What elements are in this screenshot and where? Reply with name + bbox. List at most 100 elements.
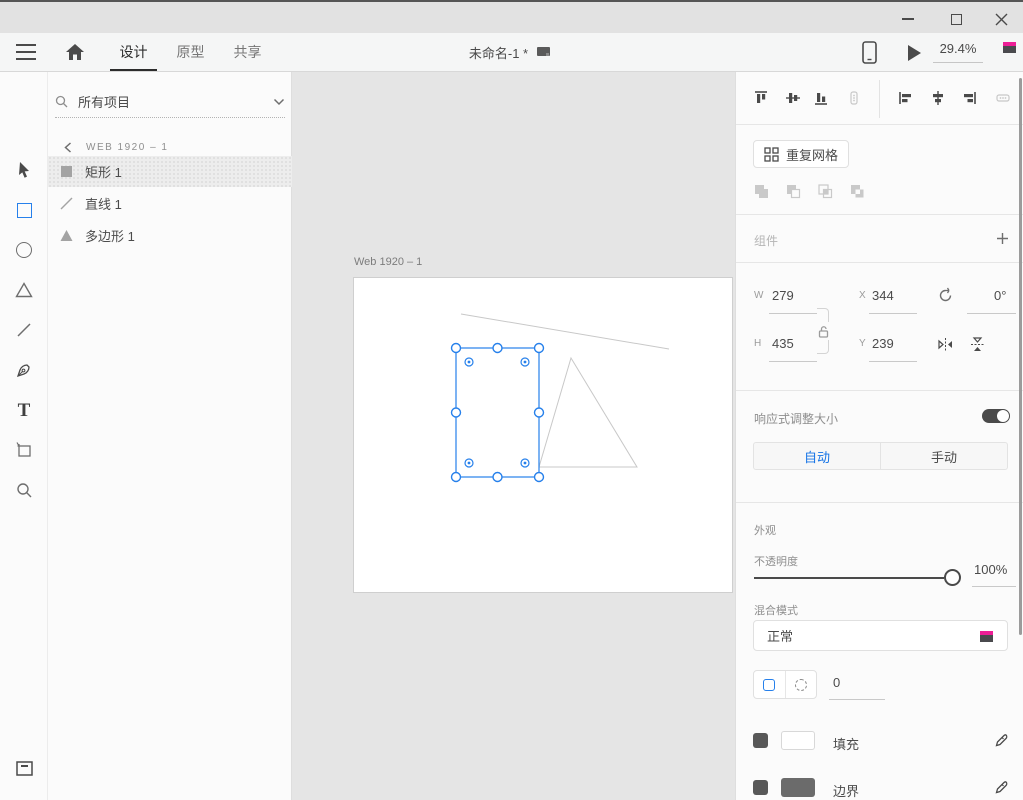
align-left-icon[interactable] xyxy=(895,87,917,109)
opacity-label: 不透明度 xyxy=(754,553,798,569)
align-vertical-center-icon[interactable] xyxy=(782,87,804,109)
zoom-level-input[interactable]: 29.4% xyxy=(933,41,983,63)
rectangle-layer-icon xyxy=(60,165,73,178)
chevron-left-icon xyxy=(64,142,72,153)
width-input[interactable]: 279 xyxy=(772,288,794,303)
corner-radius-input[interactable]: 0 xyxy=(833,675,840,690)
tab-share[interactable]: 共享 xyxy=(224,33,271,71)
boolean-intersect-icon[interactable] xyxy=(814,180,836,202)
border-label: 边界 xyxy=(833,781,859,800)
appearance-section-title: 外观 xyxy=(754,522,776,538)
device-preview-icon[interactable] xyxy=(862,41,877,69)
search-icon xyxy=(55,95,68,108)
play-icon[interactable] xyxy=(908,45,921,61)
blend-mode-label: 混合模式 xyxy=(754,602,798,618)
x-label: X xyxy=(859,290,866,301)
distribute-horizontal-icon[interactable] xyxy=(992,87,1014,109)
close-icon[interactable] xyxy=(986,6,1016,32)
align-top-icon[interactable] xyxy=(750,87,772,109)
distribute-vertical-icon[interactable] xyxy=(843,87,865,109)
layers-panel-icon[interactable] xyxy=(0,791,48,800)
project-filter[interactable]: 所有项目 xyxy=(55,86,285,118)
text-tool-icon[interactable]: T xyxy=(0,394,48,426)
fill-checkbox[interactable] xyxy=(753,733,768,748)
boolean-subtract-icon[interactable] xyxy=(782,180,804,202)
ellipse-tool-icon[interactable] xyxy=(0,234,48,266)
rotation-icon[interactable] xyxy=(934,284,956,306)
artboard-tool-icon[interactable] xyxy=(0,434,48,466)
tab-design[interactable]: 设计 xyxy=(110,33,157,71)
uniform-radius-icon[interactable] xyxy=(754,671,786,698)
breadcrumb-label: WEB 1920 – 1 xyxy=(86,142,168,153)
align-right-icon[interactable] xyxy=(958,87,980,109)
rectangle-tool-icon[interactable] xyxy=(0,194,48,226)
align-bottom-icon[interactable] xyxy=(810,87,832,109)
height-input[interactable]: 435 xyxy=(772,336,794,351)
responsive-mode-segmented: 自动 手动 xyxy=(753,442,1008,470)
opacity-slider-track[interactable] xyxy=(754,577,944,579)
pen-tool-icon[interactable] xyxy=(0,354,48,386)
canvas[interactable]: Web 1920 – 1 xyxy=(292,72,735,800)
minimize-icon[interactable] xyxy=(893,6,923,32)
opacity-slider-knob[interactable] xyxy=(944,569,961,586)
responsive-auto-button[interactable]: 自动 xyxy=(754,443,881,469)
y-input[interactable]: 239 xyxy=(872,336,894,351)
polygon-tool-icon[interactable] xyxy=(0,274,48,306)
home-icon[interactable] xyxy=(64,41,86,68)
opacity-value[interactable]: 100% xyxy=(974,562,1007,577)
layer-item-rectangle[interactable]: 矩形 1 xyxy=(48,156,292,187)
line-layer-icon xyxy=(60,197,73,210)
layer-item-polygon[interactable]: 多边形 1 xyxy=(48,220,292,251)
fill-label: 填充 xyxy=(833,734,859,753)
window-titlebar xyxy=(0,0,1023,33)
tool-strip: T xyxy=(0,72,48,800)
boolean-exclude-icon[interactable] xyxy=(846,180,868,202)
artboard-label[interactable]: Web 1920 – 1 xyxy=(354,256,422,268)
alignment-divider xyxy=(879,80,880,118)
border-checkbox[interactable] xyxy=(753,780,768,795)
main-toolbar: 设计 原型 共享 未命名-1 * 29.4% xyxy=(0,33,1023,72)
alignment-bar xyxy=(736,72,1023,125)
polygon-layer-icon xyxy=(60,229,73,242)
repeat-grid-button[interactable]: 重复网格 xyxy=(753,140,849,168)
align-horizontal-center-icon[interactable] xyxy=(927,87,949,109)
zoom-tool-icon[interactable] xyxy=(0,474,48,506)
responsive-resize-toggle[interactable] xyxy=(982,409,1010,423)
lock-ratio-icon[interactable] xyxy=(815,322,831,340)
properties-panel: 重复网格 组件 W 279 X 344 0° H 435 Y 239 响 xyxy=(735,72,1023,800)
add-component-icon[interactable] xyxy=(991,227,1013,249)
boolean-union-icon[interactable] xyxy=(750,180,772,202)
x-input[interactable]: 344 xyxy=(872,288,894,303)
line-shape[interactable] xyxy=(461,314,669,349)
rectangle-shape[interactable] xyxy=(456,348,539,477)
individual-radius-icon[interactable] xyxy=(786,671,817,698)
line-tool-icon[interactable] xyxy=(0,314,48,346)
dropdown-badge-icon xyxy=(980,631,993,642)
blend-mode-dropdown[interactable]: 正常 xyxy=(753,620,1008,651)
tab-prototype[interactable]: 原型 xyxy=(167,33,214,71)
artboard[interactable] xyxy=(353,277,733,593)
document-title: 未命名-1 * xyxy=(430,33,590,71)
select-tool-icon[interactable] xyxy=(0,154,48,186)
y-label: Y xyxy=(859,338,866,349)
rotation-input[interactable]: 0° xyxy=(994,288,1006,303)
hamburger-icon[interactable] xyxy=(16,44,36,60)
panel-scrollbar[interactable] xyxy=(1019,78,1022,635)
responsive-manual-button[interactable]: 手动 xyxy=(881,443,1007,469)
sync-badge-icon[interactable] xyxy=(1003,42,1016,53)
border-eyedropper-icon[interactable] xyxy=(989,777,1011,799)
assets-panel-icon[interactable] xyxy=(0,752,48,784)
polygon-shape[interactable] xyxy=(539,358,637,467)
width-label: W xyxy=(754,290,763,301)
maximize-icon[interactable] xyxy=(941,6,971,32)
layer-item-line[interactable]: 直线 1 xyxy=(48,188,292,219)
document-status-icon xyxy=(537,47,551,58)
layers-panel: 所有项目 WEB 1920 – 1 矩形 1 直线 1 多边形 1 xyxy=(48,72,292,800)
flip-horizontal-icon[interactable] xyxy=(934,333,956,355)
fill-color-swatch[interactable] xyxy=(781,731,815,750)
border-color-swatch[interactable] xyxy=(781,778,815,797)
fill-eyedropper-icon[interactable] xyxy=(989,730,1011,752)
component-label: 组件 xyxy=(754,232,778,249)
responsive-resize-label: 响应式调整大小 xyxy=(754,410,838,427)
flip-vertical-icon[interactable] xyxy=(966,333,988,355)
